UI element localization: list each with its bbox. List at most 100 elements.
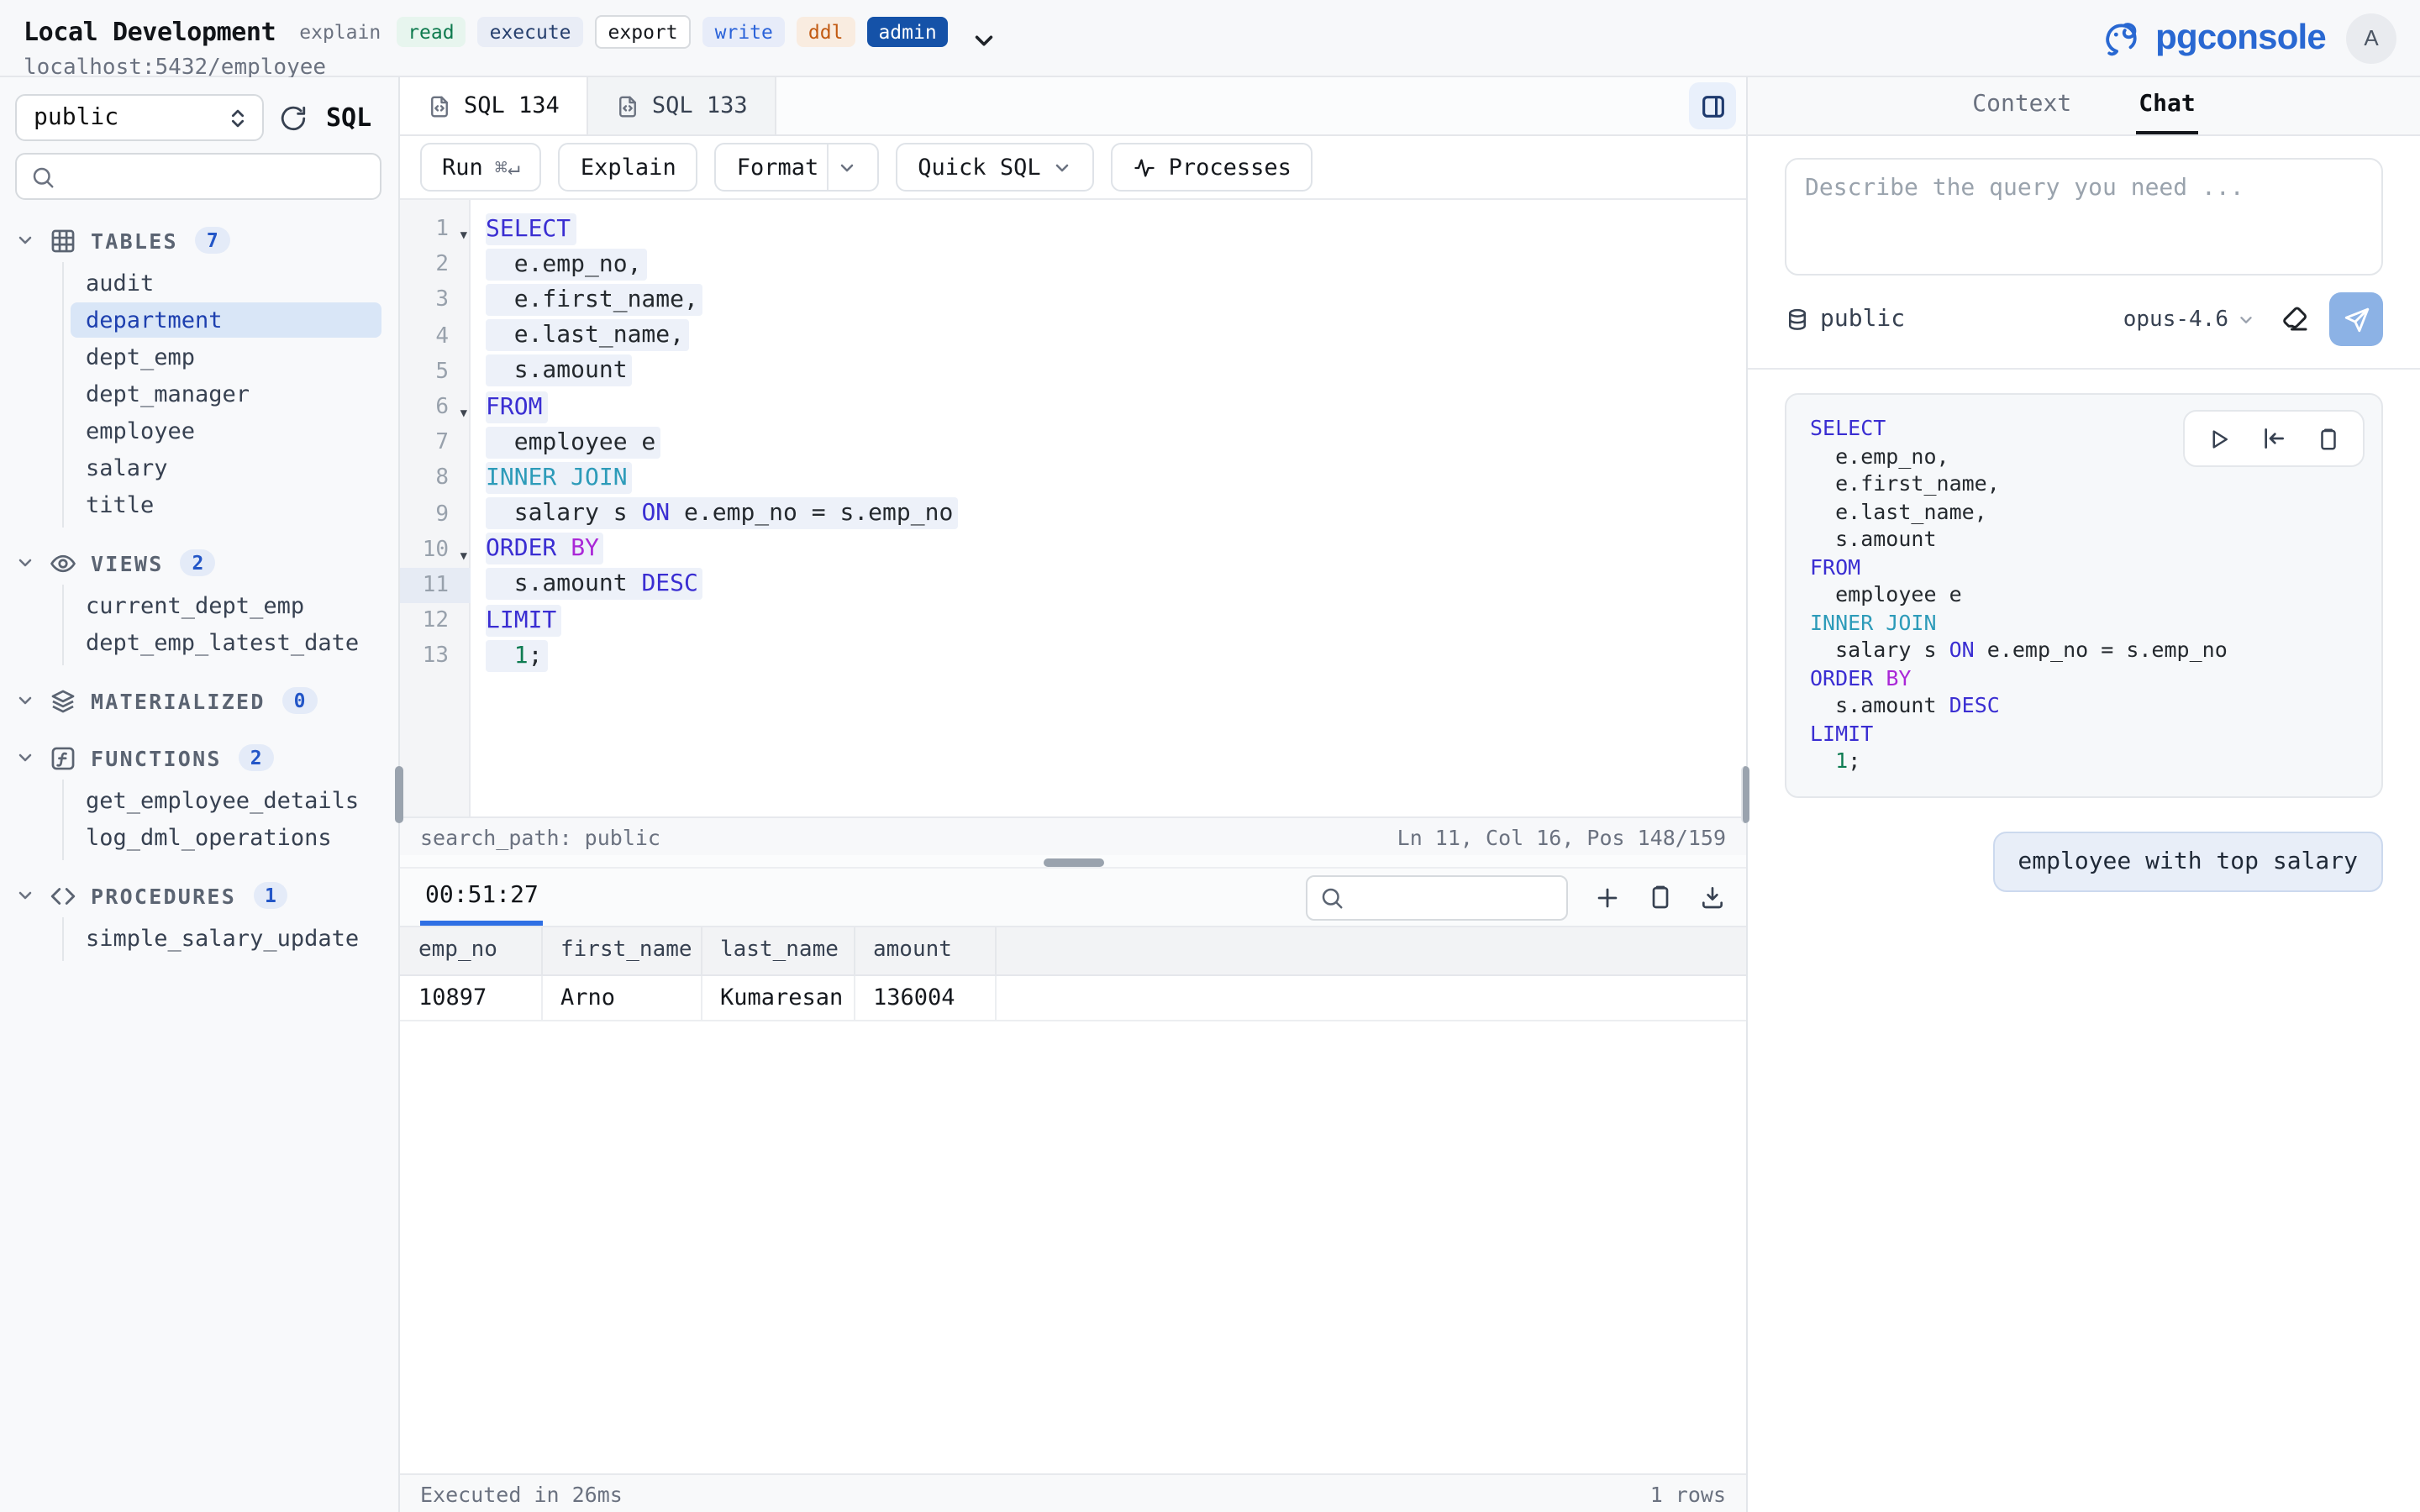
tree-section-header-tables[interactable]: TABLES7: [15, 218, 381, 262]
refresh-schema-button[interactable]: [279, 103, 308, 132]
right-panel-resize-handle[interactable]: [1741, 766, 1749, 823]
code-text: e.last_name,: [486, 319, 689, 351]
permission-badge-explain[interactable]: explain: [296, 16, 384, 46]
chevron-down-icon[interactable]: [15, 748, 35, 768]
sidebar-search[interactable]: [15, 153, 381, 200]
run-button[interactable]: Run ⌘↵: [420, 143, 542, 192]
prompt-input[interactable]: [1805, 175, 2363, 259]
tree-section-header-procedures[interactable]: PROCEDURES1: [15, 874, 381, 917]
model-select-value: opus-4.6: [2123, 307, 2228, 332]
chevron-down-icon[interactable]: [15, 553, 35, 573]
tree-section-functions: FUNCTIONS2get_employee_detailslog_dml_op…: [15, 736, 381, 860]
tree-section-header-views[interactable]: VIEWS2: [15, 541, 381, 585]
assistant-tab-chat[interactable]: Chat: [2135, 77, 2198, 134]
permission-badge-export[interactable]: export: [595, 14, 692, 48]
results-empty-area: [400, 1021, 1746, 1473]
schema-chip[interactable]: public: [1785, 306, 1905, 333]
editor-tab-sql-133[interactable]: SQL 133: [588, 77, 776, 134]
table-row[interactable]: 10897ArnoKumaresan136004: [400, 974, 1746, 1020]
elephant-logo-icon: [2098, 13, 2147, 62]
permission-badge-write[interactable]: write: [703, 16, 785, 46]
tree-item-department[interactable]: department: [71, 302, 381, 338]
code-text: e.emp_no,: [486, 249, 646, 281]
app-header: Local Development explain read execute expo…: [0, 0, 2420, 77]
format-button[interactable]: Format: [715, 143, 880, 192]
tree-item-simple_salary_update[interactable]: simple_salary_update: [71, 921, 381, 956]
tree-item-current_dept_emp[interactable]: current_dept_emp: [71, 588, 381, 623]
schema-select[interactable]: public: [15, 94, 264, 141]
tree-item-title[interactable]: title: [71, 487, 381, 522]
processes-button[interactable]: Processes: [1112, 143, 1313, 192]
column-header-last_name[interactable]: last_name: [701, 927, 854, 974]
clear-chat-button[interactable]: [2281, 304, 2311, 334]
sql-mode-label[interactable]: SQL: [326, 102, 371, 133]
assistant-code-line: s.amount: [1810, 526, 2358, 554]
tree-section-count: 7: [195, 227, 230, 254]
column-header-amount[interactable]: amount: [854, 927, 995, 974]
permission-badge-admin[interactable]: admin: [866, 16, 948, 46]
connection-title: Local Development: [24, 16, 276, 46]
download-results-icon[interactable]: [1699, 884, 1726, 911]
chevron-down-icon[interactable]: [15, 885, 35, 906]
editor-toolbar: Run ⌘↵ Explain Format Quick SQL: [400, 136, 1746, 200]
code-text: salary s ON e.emp_no = s.emp_no: [486, 497, 958, 529]
column-header-emp_no[interactable]: emp_no: [400, 927, 541, 974]
chevron-down-icon[interactable]: [972, 29, 997, 54]
result-timer-tab[interactable]: 00:51:27: [420, 869, 544, 926]
quick-sql-button[interactable]: Quick SQL: [896, 143, 1094, 192]
run-sql-block-icon[interactable]: [2207, 426, 2232, 451]
tree-section-label: PROCEDURES: [91, 883, 236, 908]
code-text: e.first_name,: [486, 284, 703, 316]
code-text: FROM: [486, 391, 547, 423]
tree-section-header-functions[interactable]: FUNCTIONS2: [15, 736, 381, 780]
column-header-first_name[interactable]: first_name: [541, 927, 701, 974]
permission-badge-execute[interactable]: execute: [478, 16, 583, 46]
tree-item-dept_manager[interactable]: dept_manager: [71, 376, 381, 412]
permission-badge-read[interactable]: read: [396, 16, 466, 46]
tree-section-header-materialized[interactable]: MATERIALIZED0: [15, 679, 381, 722]
sidebar-resize-handle[interactable]: [395, 766, 403, 823]
copy-results-icon[interactable]: [1647, 884, 1674, 911]
results-search[interactable]: [1306, 874, 1568, 920]
tree-item-audit[interactable]: audit: [71, 265, 381, 301]
token: employee e: [486, 428, 655, 455]
tree-item-employee[interactable]: employee: [71, 413, 381, 449]
avatar[interactable]: A: [2346, 13, 2396, 63]
splitter-grip[interactable]: [1043, 858, 1103, 867]
chevron-down-icon[interactable]: [15, 690, 35, 711]
tree-items: current_dept_empdept_emp_latest_date: [62, 585, 381, 665]
editor-tab-sql-134[interactable]: SQL 134: [400, 77, 588, 134]
token: BY: [1886, 664, 1911, 690]
explain-button[interactable]: Explain: [559, 143, 698, 192]
token: e.last_name,: [1810, 498, 1987, 523]
chevron-down-icon: [1053, 157, 1073, 177]
assistant-tab-context[interactable]: Context: [1969, 77, 2075, 134]
toggle-panel-button[interactable]: [1689, 82, 1736, 129]
chevron-down-icon[interactable]: [15, 230, 35, 250]
results-splitter[interactable]: [400, 855, 1746, 869]
tree-item-salary[interactable]: salary: [71, 450, 381, 486]
chevron-down-icon[interactable]: [837, 157, 857, 177]
insert-to-editor-icon[interactable]: [2260, 425, 2287, 452]
sql-editor[interactable]: 1▼SELECT2 e.emp_no,3 e.first_name,4 e.la…: [400, 200, 1746, 816]
tree-item-get_employee_details[interactable]: get_employee_details: [71, 783, 381, 818]
add-result-tab-icon[interactable]: [1593, 883, 1622, 911]
tree-item-dept_emp_latest_date[interactable]: dept_emp_latest_date: [71, 625, 381, 660]
token: [556, 536, 571, 563]
line-number: 2: [400, 247, 471, 282]
tree-item-dept_emp[interactable]: dept_emp: [71, 339, 381, 375]
code-text: LIMIT: [486, 604, 561, 636]
copy-sql-block-icon[interactable]: [2316, 426, 2341, 451]
sidebar-search-input[interactable]: [66, 164, 366, 189]
model-select[interactable]: opus-4.6: [2123, 307, 2255, 332]
token: FROM: [486, 393, 542, 420]
send-button[interactable]: [2329, 292, 2383, 346]
code-line: INNER JOIN: [471, 461, 633, 496]
prompt-card: [1785, 158, 2383, 276]
line-number: 3: [400, 283, 471, 318]
token: e.last_name,: [486, 322, 684, 349]
code-text: s.amount: [486, 355, 633, 387]
tree-item-log_dml_operations[interactable]: log_dml_operations: [71, 820, 381, 855]
results-search-input[interactable]: [1355, 885, 1555, 910]
permission-badge-ddl[interactable]: ddl: [797, 16, 855, 46]
